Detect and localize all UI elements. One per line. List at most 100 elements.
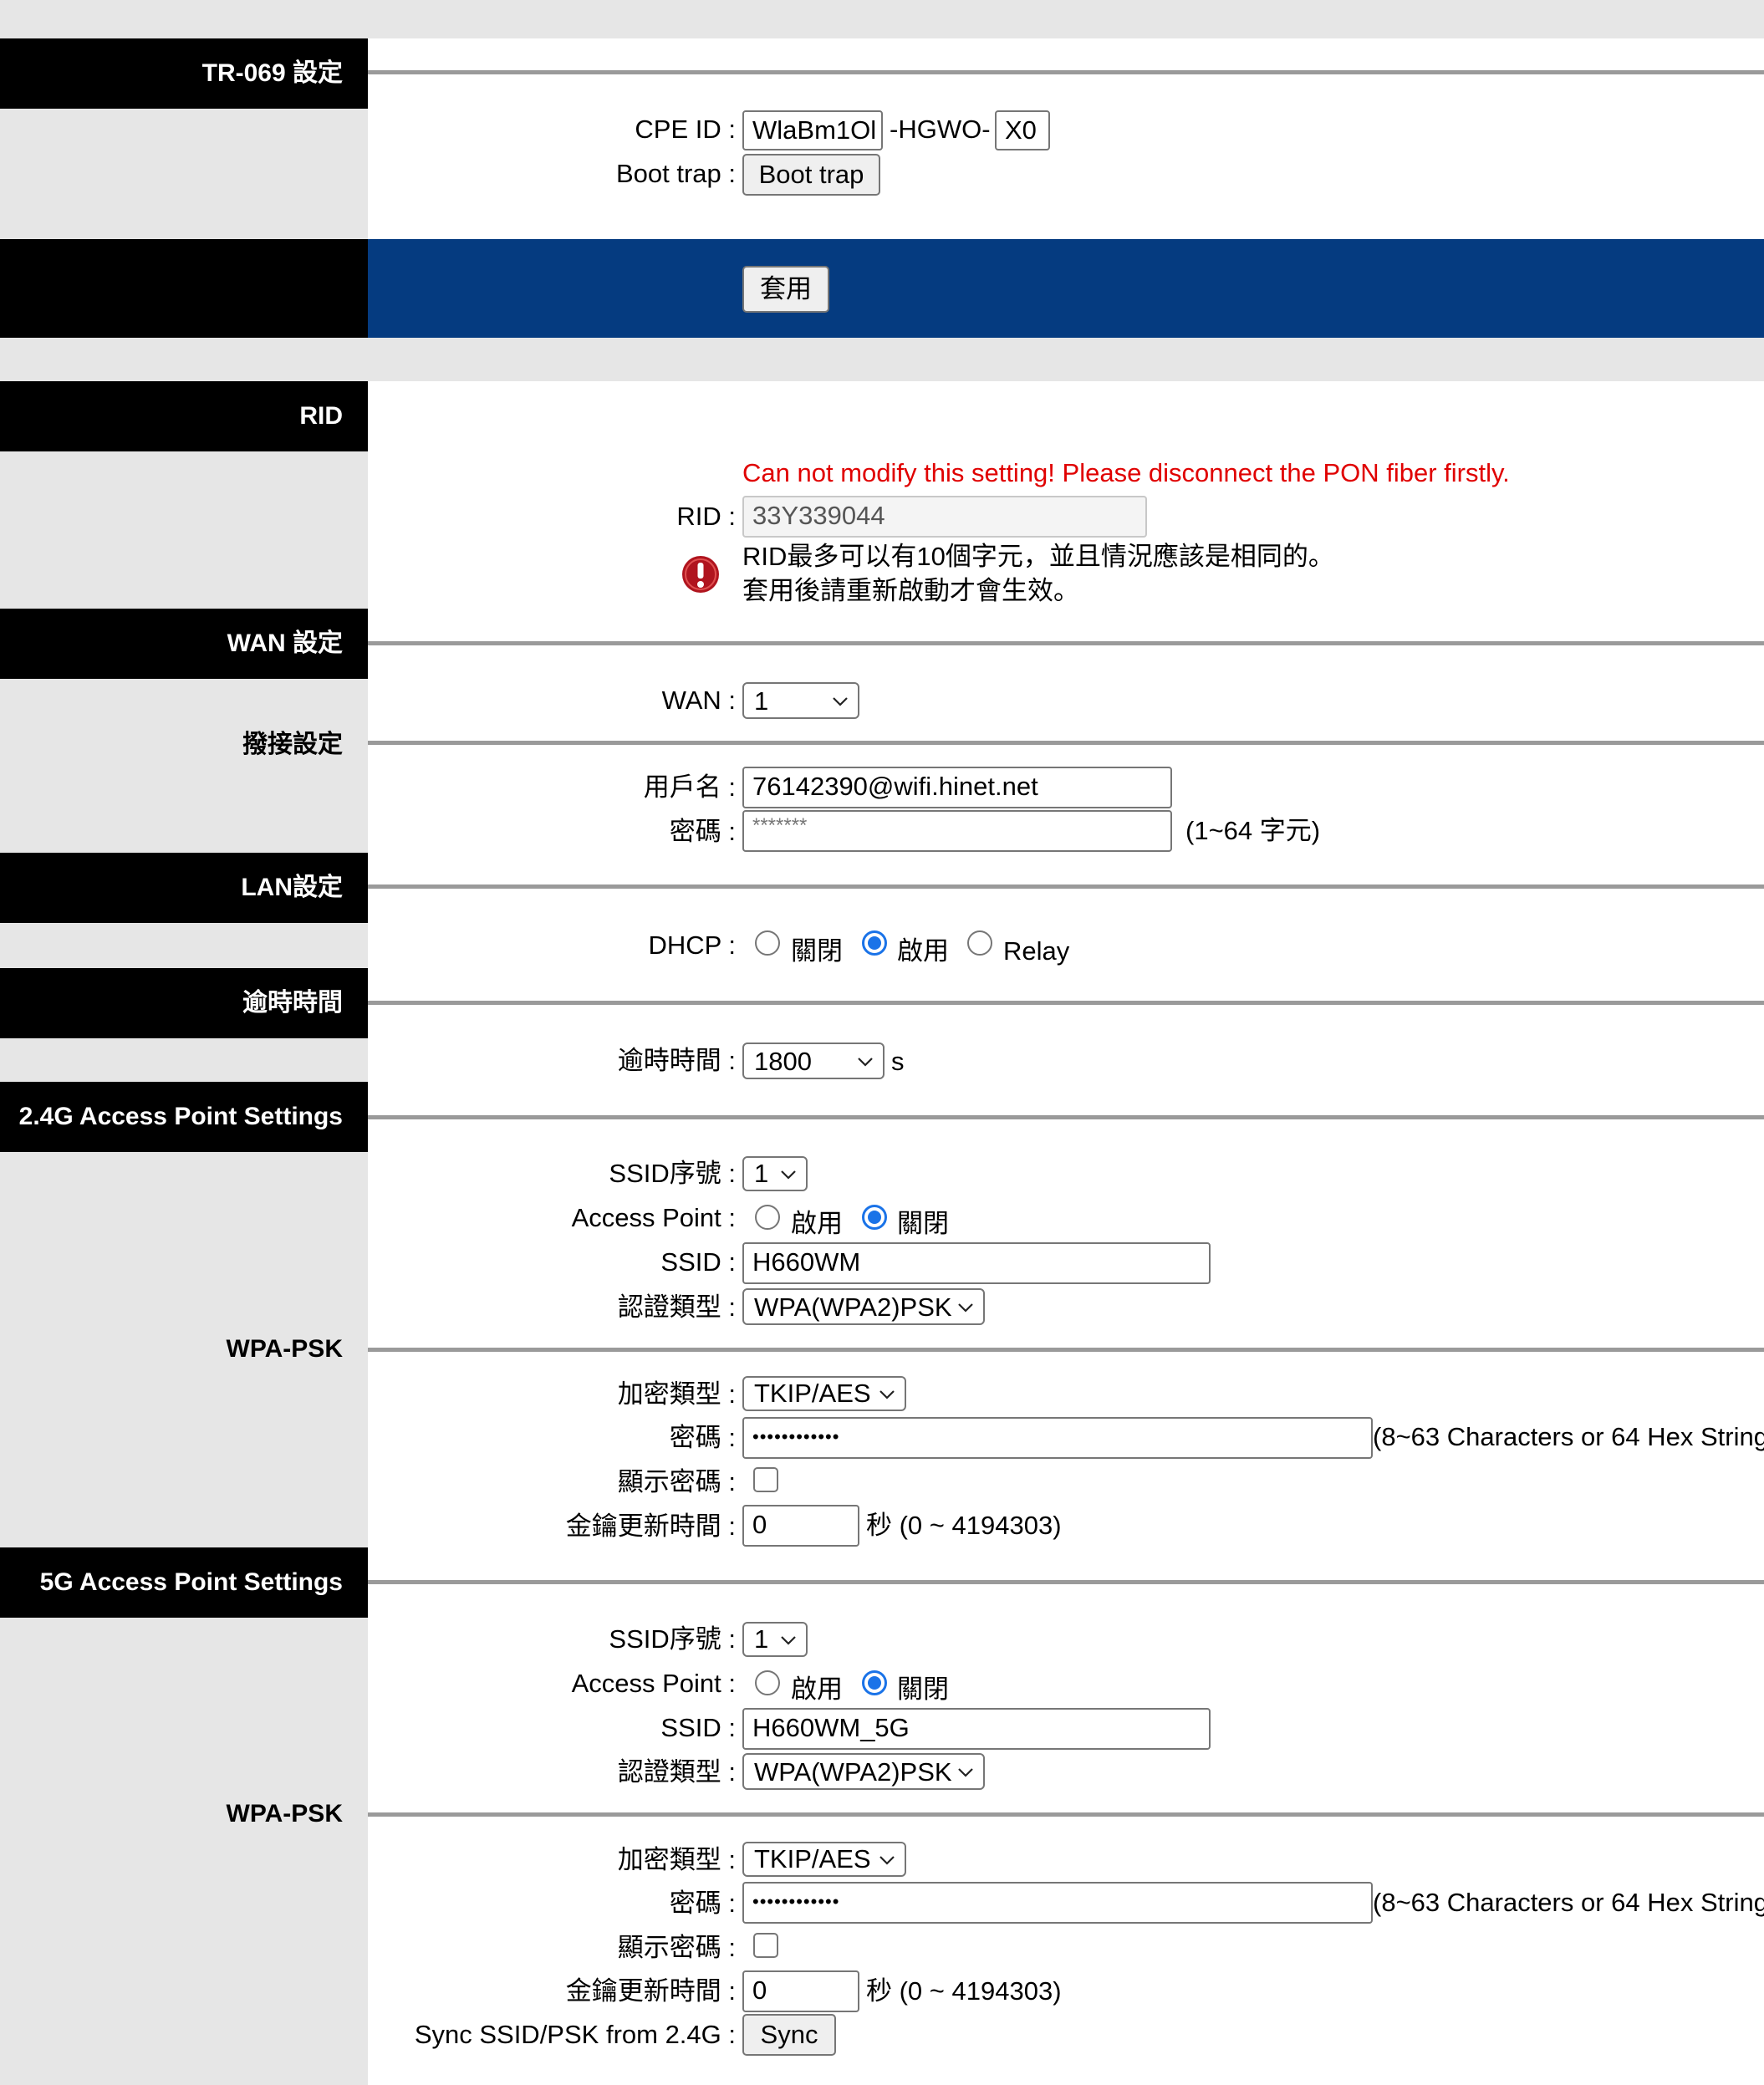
username-input[interactable]: 76142390@wifi.hinet.net	[742, 767, 1172, 808]
section-ap24-title: 2.4G Access Point Settings	[0, 1082, 368, 1152]
section-ap5-title: 5G Access Point Settings	[0, 1547, 368, 1618]
username-label: 用戶名 :	[643, 772, 736, 802]
ap24-password-label: 密碼 :	[669, 1423, 736, 1452]
section-wan-title: WAN 設定	[0, 609, 368, 679]
password-input[interactable]: *******	[742, 810, 1172, 852]
ap24-rekey-input[interactable]: 0	[742, 1505, 859, 1547]
ap24-password-input[interactable]: ••••••••••••	[742, 1417, 1373, 1459]
cpe-id-input[interactable]: WlaBm1Ol	[742, 110, 883, 150]
divider	[368, 1812, 1764, 1817]
ap24-auth-value: WPA(WPA2)PSK	[754, 1292, 952, 1322]
ap5-auth-value: WPA(WPA2)PSK	[754, 1757, 952, 1787]
ap5-ssid-index-label: SSID序號 :	[609, 1624, 736, 1654]
ap24-encryption-label: 加密類型 :	[617, 1379, 736, 1409]
rid-note-2: 套用後請重新啟動才會生效。	[742, 576, 1079, 605]
divider	[368, 1001, 1764, 1005]
divider	[368, 884, 1764, 889]
ap24-auth-label: 認證類型 :	[617, 1292, 736, 1322]
section-dial-title: 撥接設定	[242, 731, 343, 758]
rid-note-1: RID最多可以有10個字元，並且情況應該是相同的。	[742, 542, 1334, 571]
dhcp-off-label: 關閉	[791, 936, 843, 966]
dhcp-relay-radio[interactable]	[967, 930, 992, 956]
ap5-ssid-index-select[interactable]: 1	[742, 1622, 808, 1657]
ap24-disable-label: 關閉	[897, 1209, 949, 1238]
timeout-select[interactable]: 1800	[742, 1042, 885, 1079]
divider	[368, 1348, 1764, 1352]
chevron-down-icon	[781, 1170, 796, 1180]
ap5-show-password-checkbox[interactable]	[753, 1933, 778, 1958]
apply-bar	[368, 239, 1764, 338]
divider	[368, 1115, 1764, 1119]
ap5-show-password-label: 顯示密碼 :	[617, 1933, 736, 1962]
ap5-ssid-label: SSID :	[660, 1713, 736, 1742]
tr069-panel	[368, 38, 1764, 239]
ap5-sync-label: Sync SSID/PSK from 2.4G :	[414, 2020, 736, 2049]
ap5-enable-radio[interactable]	[755, 1670, 780, 1695]
apply-bar-left	[0, 239, 368, 338]
ap5-rekey-input[interactable]: 0	[742, 1970, 859, 2012]
ap24-ssid-input[interactable]: H660WM	[742, 1242, 1211, 1284]
ap24-rekey-hint: 秒 (0 ~ 4194303)	[866, 1511, 1062, 1540]
ap24-access-point-label: Access Point :	[571, 1203, 736, 1232]
wan-select[interactable]: 1	[742, 682, 859, 719]
boot-trap-button[interactable]: Boot trap	[742, 154, 880, 196]
wan-select-value: 1	[754, 686, 769, 716]
cpe-id-suffix-input[interactable]: X0	[995, 110, 1050, 150]
password-label: 密碼 :	[669, 817, 736, 846]
ap24-auth-select[interactable]: WPA(WPA2)PSK	[742, 1288, 985, 1325]
wan-label: WAN :	[661, 686, 736, 715]
dhcp-label: DHCP :	[648, 930, 736, 960]
timeout-select-value: 1800	[754, 1047, 812, 1076]
section-lan-title: LAN設定	[0, 853, 368, 923]
ap5-password-label: 密碼 :	[669, 1889, 736, 1918]
ap24-ssid-index-label: SSID序號 :	[609, 1159, 736, 1188]
boot-trap-label: Boot trap :	[615, 159, 736, 188]
cpe-id-label: CPE ID :	[635, 115, 736, 144]
ap5-disable-radio[interactable]	[862, 1670, 887, 1695]
dhcp-relay-label: Relay	[1003, 936, 1070, 966]
ap5-ssid-input[interactable]: H660WM_5G	[742, 1708, 1211, 1750]
dhcp-off-radio[interactable]	[755, 930, 780, 956]
ap5-rekey-label: 金鑰更新時間 :	[565, 1976, 736, 2006]
ap24-enable-radio[interactable]	[755, 1205, 780, 1230]
timeout-label: 逾時時間 :	[617, 1046, 736, 1075]
apply-button[interactable]: 套用	[742, 266, 829, 313]
divider	[368, 641, 1764, 645]
ap24-ssid-index-select[interactable]: 1	[742, 1156, 808, 1191]
dhcp-on-label: 啟用	[897, 936, 949, 966]
ap5-ssid-index-value: 1	[754, 1624, 769, 1654]
ap5-enable-label: 啟用	[791, 1675, 843, 1704]
ap24-ssid-index-value: 1	[754, 1159, 769, 1188]
section-timeout-title: 逾時時間	[0, 968, 368, 1038]
ap24-disable-radio[interactable]	[862, 1205, 887, 1230]
ap24-show-password-label: 顯示密碼 :	[617, 1467, 736, 1496]
rid-label: RID :	[676, 502, 736, 531]
error-icon	[681, 554, 721, 594]
section-rid-title: RID	[0, 381, 368, 451]
chevron-down-icon	[879, 1856, 895, 1865]
password-hint: (1~64 字元)	[1185, 816, 1321, 845]
ap5-access-point-label: Access Point :	[571, 1669, 736, 1698]
ap5-encryption-label: 加密類型 :	[617, 1845, 736, 1874]
ap24-encryption-value: TKIP/AES	[754, 1379, 871, 1408]
divider	[368, 70, 1764, 74]
rid-warning: Can not modify this setting! Please disc…	[742, 458, 1510, 487]
ap24-rekey-label: 金鑰更新時間 :	[565, 1511, 736, 1541]
rid-input[interactable]: 33Y339044	[742, 496, 1147, 538]
ap24-ssid-label: SSID :	[660, 1247, 736, 1277]
ap5-encryption-select[interactable]: TKIP/AES	[742, 1842, 906, 1877]
divider	[368, 1580, 1764, 1584]
section-wpa24-title: WPA-PSK	[226, 1335, 343, 1363]
section-wpa5-title: WPA-PSK	[226, 1800, 343, 1828]
chevron-down-icon	[833, 697, 848, 706]
chevron-down-icon	[781, 1636, 796, 1645]
dhcp-on-radio[interactable]	[862, 930, 887, 956]
ap24-password-hint: (8~63 Characters or 64 Hex String)	[1373, 1422, 1764, 1451]
ap5-auth-select[interactable]: WPA(WPA2)PSK	[742, 1753, 985, 1790]
ap5-encryption-value: TKIP/AES	[754, 1844, 871, 1873]
ap5-password-input[interactable]: ••••••••••••	[742, 1882, 1373, 1924]
ap24-encryption-select[interactable]: TKIP/AES	[742, 1376, 906, 1411]
ap5-auth-label: 認證類型 :	[617, 1757, 736, 1787]
ap24-show-password-checkbox[interactable]	[753, 1467, 778, 1492]
sync-button[interactable]: Sync	[742, 2014, 836, 2056]
